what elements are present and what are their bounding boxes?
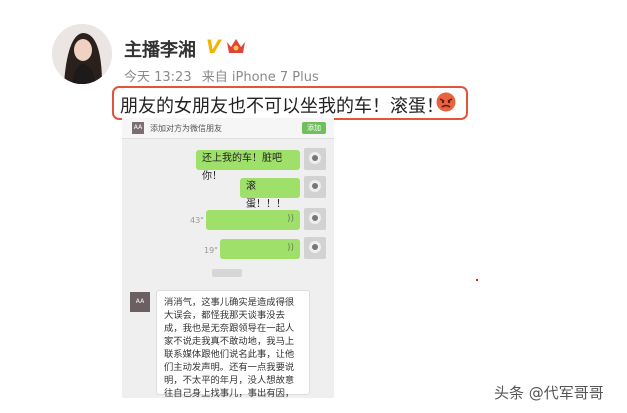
post-meta: 今天 13:23 来自 iPhone 7 Plus	[124, 66, 325, 85]
add-friend-button[interactable]: 添加	[302, 122, 326, 134]
username[interactable]: 主播李湘	[124, 36, 196, 62]
voice-message-bubble[interactable]: ))	[220, 239, 300, 259]
angry-face-emoji-icon	[436, 92, 456, 112]
chat-screenshot[interactable]: AA 添加对方为微信朋友 添加 还上我的车！脏吧你！ 滚蛋！！！ 43" )) …	[122, 118, 334, 398]
chat-avatar	[304, 148, 326, 170]
voice-wave-icon: ))	[286, 214, 294, 224]
post-source: 来自 iPhone 7 Plus	[201, 70, 319, 85]
watermark: 头条 @代军哥哥	[494, 384, 604, 402]
timestamp-pill	[212, 269, 242, 277]
crown-icon	[225, 36, 247, 56]
chat-avatar	[304, 208, 326, 230]
contact-icon: AA	[132, 122, 144, 134]
chat-header: AA 添加对方为微信朋友 添加	[122, 118, 334, 139]
chat-bubble: 滚蛋！！！	[240, 178, 300, 210]
incoming-message: 消消气，这事儿确实是造成得很大误会，都怪我那天谈事没去成，我也是无奈跟领导在一起…	[156, 290, 310, 398]
voice-duration: 19"	[204, 246, 218, 255]
add-friend-text: 添加对方为微信朋友	[150, 124, 222, 133]
chat-avatar	[304, 237, 326, 259]
post-time[interactable]: 今天 13:23	[124, 70, 192, 85]
voice-wave-icon: ))	[286, 243, 294, 253]
post-text: 朋友的女朋友也不可以坐我的车！滚蛋！	[120, 96, 444, 117]
voice-duration: 43"	[190, 216, 204, 225]
chat-avatar	[304, 176, 326, 198]
red-dot	[476, 279, 478, 281]
chat-bubble: 还上我的车！脏吧你！	[196, 150, 300, 182]
left-avatar: AA	[130, 292, 150, 312]
verified-v-icon: V	[206, 36, 221, 58]
user-avatar[interactable]	[52, 24, 112, 84]
voice-message-bubble[interactable]: ))	[206, 210, 300, 230]
